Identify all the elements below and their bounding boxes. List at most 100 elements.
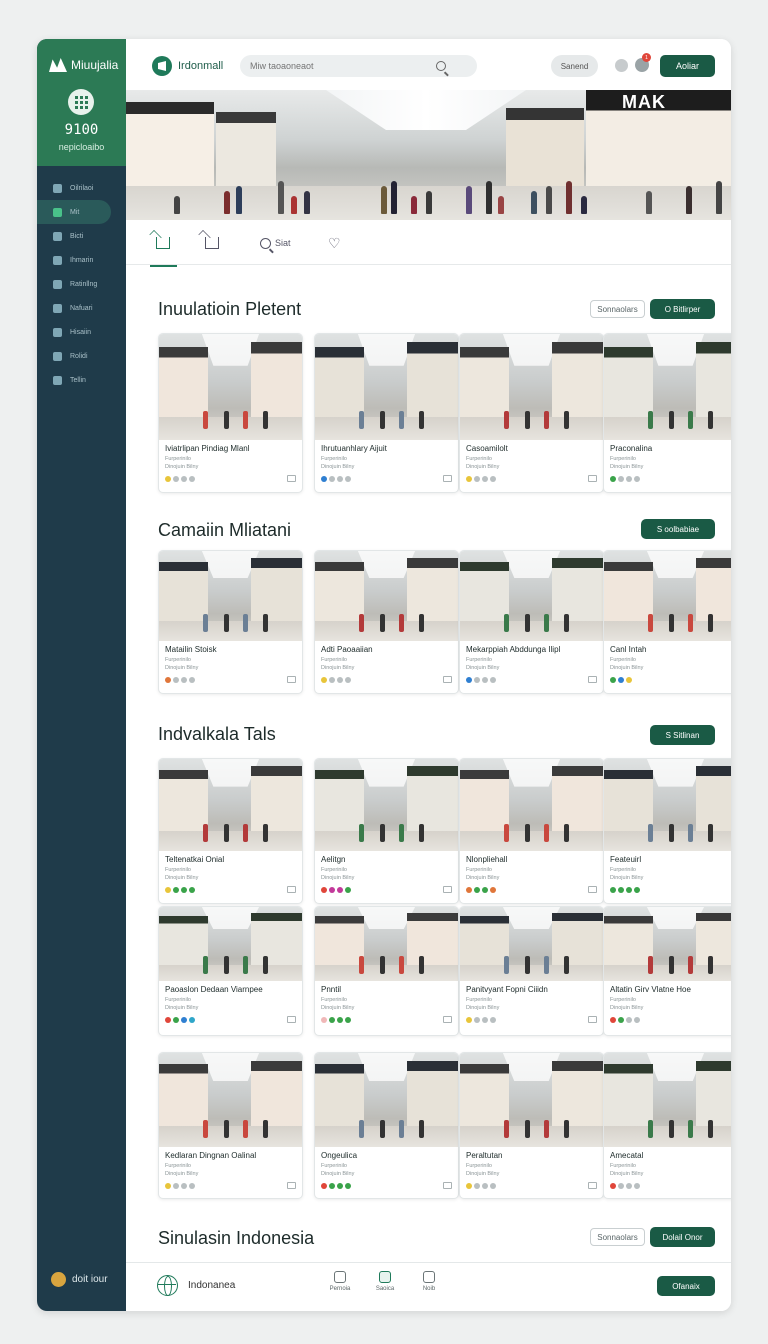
product-card[interactable]: Casoamilolt Furperinilo Dinojuin Bilny: [459, 333, 604, 493]
rating-dot: [345, 1016, 351, 1023]
search-icon[interactable]: [436, 61, 446, 71]
card-title: Matailin Stoisk: [165, 645, 217, 654]
product-card[interactable]: Peraltutan Furperinilo Dinojuin Bilny: [459, 1052, 604, 1199]
card-action-icon[interactable]: [287, 475, 296, 482]
rating-dot: [189, 676, 195, 683]
product-card[interactable]: Adti Paoaaiian Furperinilo Dinojuin Bilny: [314, 550, 459, 694]
section-primary-button[interactable]: O Bitlirper: [650, 299, 715, 319]
shopper-figure: [419, 614, 424, 632]
product-card[interactable]: Ihrutuanhlary Aijuit Furperinilo Dinojuin …: [314, 333, 459, 493]
rating-dot: [165, 676, 171, 683]
sidebar-item[interactable]: Mit: [37, 200, 111, 224]
card-action-icon[interactable]: [588, 886, 597, 893]
sidebar-brand[interactable]: Miuujalia: [49, 58, 118, 72]
card-action-icon[interactable]: [443, 1016, 452, 1023]
sidebar-item[interactable]: Hisaiin: [37, 320, 126, 344]
card-action-icon[interactable]: [443, 1182, 452, 1189]
app-logo[interactable]: Irdonmall: [152, 56, 223, 76]
rating-dot: [490, 1016, 496, 1023]
card-action-icon[interactable]: [287, 886, 296, 893]
shopper-figure: [224, 1119, 229, 1138]
shopper-figure: [243, 955, 248, 974]
rating-dot: [345, 475, 351, 482]
product-card[interactable]: Altatin Girv Vlatne Hoe Furperinilo Dinoju…: [603, 906, 731, 1036]
card-action-icon[interactable]: [588, 475, 597, 482]
product-card[interactable]: Feateuirl Furperinilo Dinojuin Bilny: [603, 758, 731, 904]
card-footer: [604, 882, 731, 898]
section-primary-button[interactable]: S Sitlinan: [650, 725, 715, 745]
product-card[interactable]: Kedlaran Dingnan Oalinal Furperinilo Dinoj…: [158, 1052, 303, 1199]
bottom-tab-services[interactable]: Saoica: [365, 1271, 405, 1292]
card-footer: [460, 471, 603, 487]
search-icon: [260, 237, 271, 249]
info-icon[interactable]: [615, 59, 628, 72]
product-card[interactable]: Teltenatkai Onial Furperinilo Dinojuin Bil…: [158, 758, 303, 904]
product-card[interactable]: Panitvyant Fopni Ciiidn Furperinilo Dinoju…: [459, 906, 604, 1036]
product-card[interactable]: Praconalina Furperinilo Dinojuin Bilny: [603, 333, 731, 493]
card-meta: Dinojuin Bilny: [610, 464, 644, 470]
card-action-icon[interactable]: [443, 676, 452, 683]
product-card[interactable]: Amecatal Furperinilo Dinojuin Bilny: [603, 1052, 731, 1199]
tab-explore[interactable]: [205, 234, 223, 252]
rating-dot: [321, 1016, 327, 1023]
rating-dot: [337, 1016, 343, 1023]
sidebar-item[interactable]: Nafuari: [37, 296, 126, 320]
tab-home[interactable]: [150, 234, 177, 267]
card-action-icon[interactable]: [287, 676, 296, 683]
card-image-detail: [159, 1126, 302, 1147]
shopper-figure: [648, 411, 653, 430]
section-primary-button[interactable]: S oolbabiae: [641, 519, 715, 539]
product-card[interactable]: Iviatrlipan Pindiag Mlanl Furperinilo Dino…: [158, 333, 303, 493]
bottom-action-button[interactable]: Ofanaix: [657, 1276, 715, 1296]
card-image-detail: [315, 621, 458, 641]
card-action-icon[interactable]: [443, 475, 452, 482]
sidebar-item[interactable]: Bicti: [37, 224, 126, 248]
card-action-icon[interactable]: [443, 886, 452, 893]
product-card[interactable]: Mekarppiah Abddunga Ilipl Furperinilo Dino…: [459, 550, 604, 694]
bottom-tab-more[interactable]: Noib: [409, 1271, 449, 1292]
sidebar-item[interactable]: Ihmarin: [37, 248, 126, 272]
product-card[interactable]: Paoaslon Dedaan Viarnpee Furperinilo Dinoj…: [158, 906, 303, 1036]
product-card[interactable]: Matailin Stoisk Furperinilo Dinojuin Bilny: [158, 550, 303, 694]
card-meta: Dinojuin Bilny: [610, 875, 644, 881]
rating-dot: [466, 886, 472, 893]
card-meta: Dinojuin Bilny: [321, 665, 355, 671]
product-card[interactable]: Nlonpliehall Furperinilo Dinojuin Bilny: [459, 758, 604, 904]
search-input[interactable]: [250, 61, 430, 71]
product-card[interactable]: Canl Intah Furperinilo Dinojuin Bilny: [603, 550, 731, 694]
grid-icon[interactable]: [68, 89, 94, 115]
rating-dot: [626, 1182, 632, 1189]
shopper-figure: [564, 823, 569, 842]
sidebar-item[interactable]: Tellin: [37, 368, 126, 392]
shopper-figure: [243, 411, 248, 430]
secondary-header-button[interactable]: Sanend: [551, 55, 598, 77]
product-card[interactable]: Pnntil Furperinilo Dinojuin Bilny: [314, 906, 459, 1036]
sidebar-footer[interactable]: doit iour: [51, 1272, 108, 1287]
hero-skylight: [326, 90, 526, 130]
section-primary-button[interactable]: Dolail Onor: [650, 1227, 715, 1247]
sidebar-item[interactable]: Oilrilaoi: [37, 176, 126, 200]
hero-banner-image: MAK: [126, 90, 731, 220]
product-card[interactable]: Ongeulica Furperinilo Dinojuin Bilny: [314, 1052, 459, 1199]
bottom-tab-stores[interactable]: Pernoia: [320, 1271, 360, 1292]
tab-favorites[interactable]: ♡: [328, 234, 345, 252]
card-action-icon[interactable]: [287, 1016, 296, 1023]
section-secondary-button[interactable]: Sonnaolars: [590, 300, 645, 318]
card-title: Ongeulica: [321, 1151, 358, 1160]
sidebar-item[interactable]: Rolidi: [37, 344, 126, 368]
card-action-icon[interactable]: [287, 1182, 296, 1189]
primary-header-button[interactable]: Aoliar: [660, 55, 715, 77]
nav-icon: [53, 255, 62, 265]
globe-icon[interactable]: [157, 1275, 178, 1296]
card-action-icon[interactable]: [588, 1016, 597, 1023]
card-action-icon[interactable]: [588, 1182, 597, 1189]
card-image-detail: [250, 342, 302, 426]
tab-search[interactable]: Siat: [260, 234, 291, 252]
product-card[interactable]: Aelitgn Furperinilo Dinojuin Bilny: [314, 758, 459, 904]
rating-dot: [490, 475, 496, 482]
card-image: [315, 551, 458, 641]
sidebar-item[interactable]: Ratinllng: [37, 272, 126, 296]
shopper-figure: [224, 955, 229, 974]
card-action-icon[interactable]: [588, 676, 597, 683]
section-secondary-button[interactable]: Sonnaolars: [590, 1228, 645, 1246]
